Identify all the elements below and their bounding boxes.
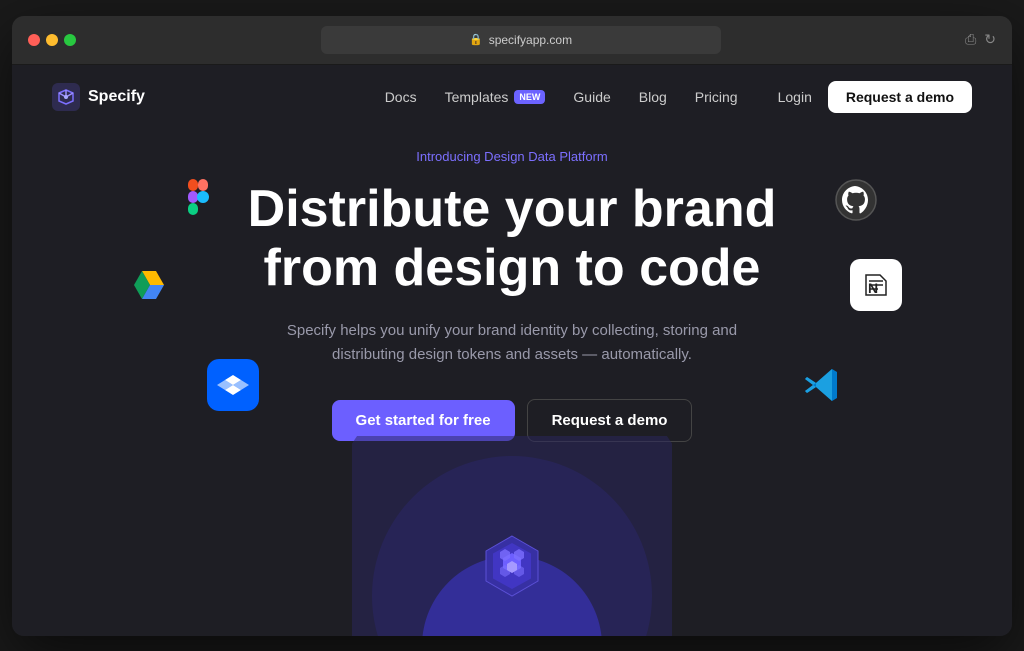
notion-icon: N: [850, 259, 902, 311]
logo-text: Specify: [88, 88, 145, 106]
navbar: Specify Docs Templates NEW Guide Blog Pr…: [12, 65, 1012, 129]
nav-docs[interactable]: Docs: [385, 89, 417, 105]
browser-chrome: 🔒 specifyapp.com ⎙ ↻: [12, 16, 1012, 65]
maximize-button[interactable]: [64, 34, 76, 46]
close-button[interactable]: [28, 34, 40, 46]
request-demo-button-nav[interactable]: Request a demo: [828, 81, 972, 113]
nav-actions: Login Request a demo: [778, 81, 972, 113]
nav-blog[interactable]: Blog: [639, 89, 667, 105]
bottom-decoration: [12, 436, 1012, 636]
browser-actions: ⎙ ↻: [965, 31, 996, 48]
share-icon[interactable]: ⎙: [965, 31, 976, 48]
hero-title: Distribute your brand from design to cod…: [248, 180, 777, 300]
specify-center-logo: [477, 531, 547, 606]
logo-icon: [52, 83, 80, 111]
login-button[interactable]: Login: [778, 89, 812, 105]
figma-icon: [172, 169, 224, 221]
hero-title-line2: from design to code: [264, 239, 761, 297]
hero-label: Introducing Design Data Platform: [416, 149, 607, 164]
templates-label: Templates: [445, 89, 509, 105]
vscode-icon: [795, 359, 847, 411]
traffic-lights: [28, 34, 76, 46]
svg-text:N: N: [868, 280, 878, 296]
nav-guide[interactable]: Guide: [573, 89, 610, 105]
page-content: Specify Docs Templates NEW Guide Blog Pr…: [12, 65, 1012, 636]
address-bar[interactable]: 🔒 specifyapp.com: [321, 26, 721, 54]
hero-subtitle: Specify helps you unify your brand ident…: [272, 319, 752, 367]
refresh-icon[interactable]: ↻: [984, 31, 996, 48]
dropbox-icon: [207, 359, 259, 411]
hero-title-line1: Distribute your brand: [248, 180, 777, 238]
lock-icon: 🔒: [469, 33, 483, 46]
url-text: specifyapp.com: [489, 33, 572, 47]
hero-section: N: [12, 129, 1012, 443]
logo[interactable]: Specify: [52, 83, 145, 111]
minimize-button[interactable]: [46, 34, 58, 46]
browser-window: 🔒 specifyapp.com ⎙ ↻ Specify Docs: [12, 16, 1012, 636]
google-drive-icon: [122, 259, 174, 311]
nav-pricing[interactable]: Pricing: [695, 89, 738, 105]
nav-links: Docs Templates NEW Guide Blog Pricing: [385, 89, 738, 105]
nav-templates[interactable]: Templates NEW: [445, 89, 546, 105]
github-icon: [830, 174, 882, 226]
new-badge: NEW: [514, 90, 545, 104]
